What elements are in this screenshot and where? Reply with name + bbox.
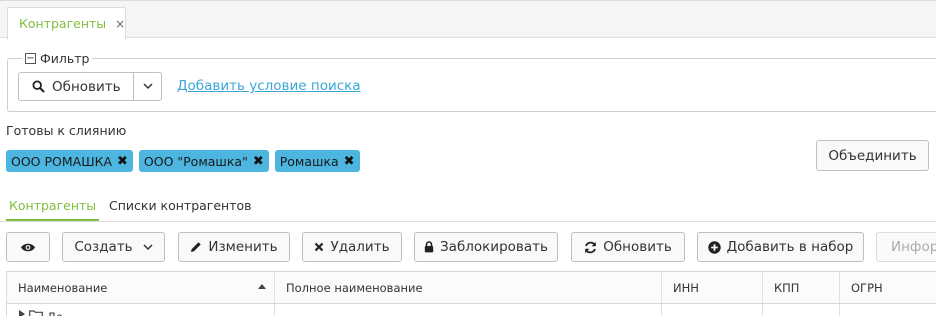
refresh-icon (584, 241, 597, 254)
chip-label: ООО РОМАШКА (11, 153, 112, 169)
create-label: Создать (74, 239, 133, 255)
column-header-label: ИНН (673, 280, 699, 295)
grid-header: Наименование Полное наименование ИНН КПП… (6, 271, 936, 304)
merge-chip: ООО "Ромашка" ✖ (138, 150, 269, 172)
tree-node: До (19, 310, 63, 316)
close-icon[interactable]: × (115, 17, 125, 31)
add-to-set-button[interactable]: Добавить в набор (697, 232, 864, 262)
lock-icon (424, 241, 434, 253)
lock-button[interactable]: Заблокировать (414, 232, 558, 262)
merge-chip: ООО РОМАШКА ✖ (6, 150, 133, 172)
merge-chip: Ромашка ✖ (274, 150, 360, 172)
close-icon (314, 242, 324, 252)
collapse-icon[interactable]: − (25, 53, 36, 64)
chip-label: ООО "Ромашка" (143, 153, 248, 169)
filter-legend[interactable]: − Фильтр (22, 51, 93, 66)
create-button[interactable]: Создать (62, 232, 165, 262)
chip-label: Ромашка (279, 153, 339, 169)
delete-button[interactable]: Удалить (302, 232, 402, 262)
refresh-button[interactable]: Обновить (571, 232, 685, 262)
column-header-label: ОГРН (851, 280, 883, 295)
info-button[interactable]: Инфор (876, 232, 936, 262)
column-header-label: Наименование (18, 280, 108, 295)
column-header-inn[interactable]: ИНН (662, 272, 763, 303)
refresh-label: Обновить (603, 239, 672, 255)
edit-label: Изменить (208, 239, 278, 255)
filter-refresh-dropdown[interactable] (133, 73, 161, 100)
edit-button[interactable]: Изменить (178, 232, 290, 262)
table-cell (763, 304, 840, 316)
tab-contractor-lists[interactable]: Списки контрагентов (109, 198, 252, 213)
column-header-name[interactable]: Наименование (7, 272, 275, 303)
tab-contractors[interactable]: Контрагенты × (7, 7, 126, 40)
view-button[interactable] (6, 232, 50, 262)
filter-panel: − Фильтр Обновить Добавить условие поиск… (7, 51, 936, 112)
chevron-down-icon (142, 83, 153, 90)
filter-refresh-split-button: Обновить (18, 72, 162, 101)
delete-label: Удалить (330, 239, 390, 255)
tab-strip: Контрагенты × (0, 0, 936, 40)
plus-circle-icon (707, 240, 721, 254)
tab-label: Контрагенты (19, 16, 107, 31)
subtab-bar: Контрагенты Списки контрагентов (0, 193, 936, 222)
remove-icon[interactable]: ✖ (117, 154, 128, 169)
column-header-label: Полное наименование (286, 280, 423, 295)
sort-asc-icon (258, 284, 266, 289)
column-header-kpp[interactable]: КПП (763, 272, 840, 303)
search-icon (32, 80, 45, 93)
table-row[interactable]: До (6, 304, 936, 316)
remove-icon[interactable]: ✖ (253, 154, 264, 169)
column-header-full-name[interactable]: Полное наименование (275, 272, 662, 303)
lock-label: Заблокировать (440, 239, 548, 255)
merge-button[interactable]: Объединить (816, 140, 929, 171)
table-cell: До (7, 304, 275, 316)
column-header-ogrn[interactable]: ОГРН (840, 272, 936, 303)
column-header-label: КПП (774, 280, 800, 295)
table-cell (275, 304, 662, 316)
table-cell (662, 304, 763, 316)
merge-title: Готовы к слиянию (6, 123, 127, 138)
filter-refresh-label: Обновить (52, 78, 121, 95)
remove-icon[interactable]: ✖ (344, 154, 355, 169)
info-label: Инфор (891, 239, 936, 255)
folder-icon (29, 310, 43, 316)
chevron-right-icon[interactable] (19, 310, 25, 316)
filter-title: Фильтр (40, 51, 90, 66)
add-search-condition-link[interactable]: Добавить условие поиска (177, 78, 361, 94)
add-to-set-label: Добавить в набор (726, 239, 854, 255)
tab-contractors-list[interactable]: Контрагенты (5, 198, 100, 221)
merge-chip-list: ООО РОМАШКА ✖ ООО "Ромашка" ✖ Ромашка ✖ (6, 150, 360, 172)
chevron-down-icon (143, 243, 153, 251)
row-name: До (47, 310, 63, 316)
filter-refresh-button[interactable]: Обновить (19, 73, 133, 100)
pencil-icon (190, 241, 202, 253)
eye-icon (20, 242, 36, 253)
